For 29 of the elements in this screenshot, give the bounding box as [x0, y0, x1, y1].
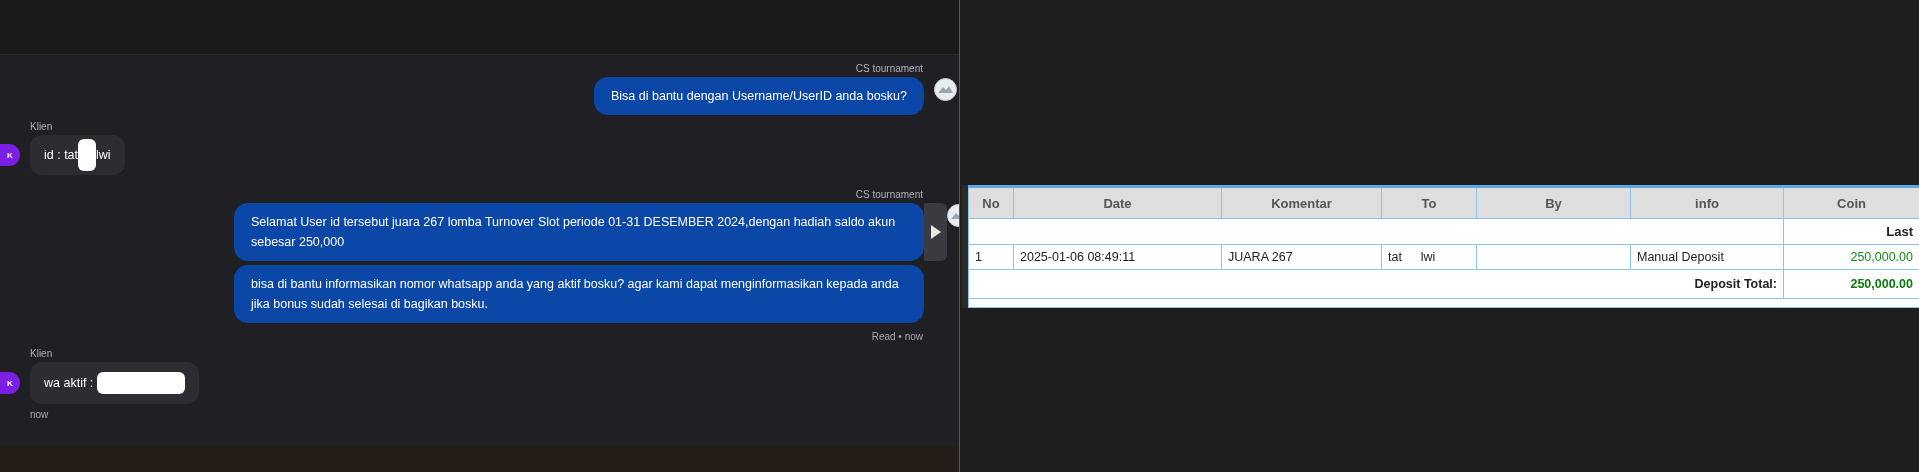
sender-name: Klien [30, 121, 54, 132]
message-bubble: id : tat lwi [30, 135, 125, 175]
sender-name: CS tournament [855, 189, 923, 200]
table-cell: JUARA 267 [1221, 244, 1382, 270]
column-header: Komentar [1221, 186, 1382, 219]
total-label: Deposit Total: [968, 269, 1784, 299]
sender-name: CS tournament [855, 63, 923, 74]
avatar-icon [934, 78, 957, 101]
avatar-icon: K [0, 372, 20, 394]
message-bubble: bisa di bantu informasikan nomor whatsapp anda yang aktif bosku? agar kami dapat menginformasikan kepada anda jika bonus sudah selesai di bagikan bosku. [234, 265, 924, 323]
message-bubble: Bisa di bantu dengan Username/UserID anda bosku? [594, 77, 924, 115]
column-header: Date [1013, 186, 1222, 219]
play-button[interactable] [924, 203, 947, 261]
message-bubble: Selamat User id tersebut juara 267 lomba Turnover Slot periode 01-31 DESEMBER 2024,dengan hadiah saldo akun sebesar 250,000 [234, 203, 924, 261]
timestamp: now [30, 409, 50, 420]
column-header: info [1630, 186, 1784, 219]
avatar-icon: K [0, 144, 20, 166]
column-header: By [1476, 186, 1631, 219]
table-cell: 2025-01-06 08:49:11 [1013, 244, 1222, 270]
column-header: No [968, 186, 1014, 219]
read-status: Read • now [871, 331, 923, 342]
play-icon [930, 225, 941, 239]
table-cell: Manual Deposit [1630, 244, 1784, 270]
sender-name: Klien [30, 348, 54, 359]
column-header: Coin [1783, 186, 1919, 219]
table-cell: 1 [968, 244, 1014, 270]
column-header: To [1381, 186, 1477, 219]
message-bubble: wa aktif : [30, 362, 200, 404]
table-cell: tat lwi [1381, 244, 1477, 270]
